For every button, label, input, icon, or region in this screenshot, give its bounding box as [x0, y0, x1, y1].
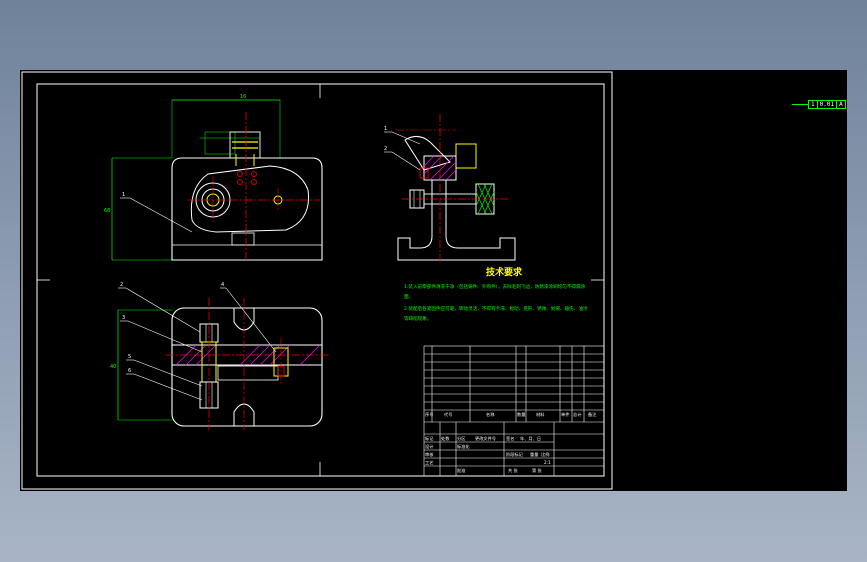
side-base: [397, 179, 516, 261]
front-balloon-1: 1: [122, 192, 125, 198]
tech-note-line-4: 等缺陷现象。: [404, 315, 432, 322]
tb-label-process: 工艺: [425, 460, 433, 465]
plan-balloon-6: 6: [128, 368, 131, 374]
tb-label-zone: 分区: [457, 435, 465, 442]
tb-scale-value: 2:1: [544, 460, 551, 465]
tb-label-standard: 标准化: [457, 443, 470, 450]
dim-width-value: 16: [240, 94, 246, 100]
plan-balloon-2: 2: [120, 282, 123, 288]
tb-label-sheet-no: 第 张: [532, 467, 543, 474]
tb-label-sheets: 共 张: [508, 467, 519, 474]
assembly-drawing[interactable]: 16 68 1 1 2 40 2 3 4 5 6 技术要求 1.装入前零部件清洗…: [20, 70, 847, 491]
gdt-cell-tolerance: 0.01: [817, 100, 838, 109]
parts-header-material: 材料: [536, 411, 545, 418]
tb-label-date: 年、月、日: [520, 435, 541, 442]
cad-drawing-viewport[interactable]: 16 68 1 1 2 40 2 3 4 5 6 技术要求 1.装入前零部件清洗…: [20, 70, 847, 491]
technical-requirements: 技术要求 1.装入前零部件清洗干净（包括铸件、外购件），去除毛刺飞边，防锈漆涂刷…: [404, 266, 588, 322]
front-view[interactable]: 16 68 1: [104, 94, 323, 262]
tb-label-approve: 批准: [457, 467, 465, 474]
parts-header-remark: 备注: [588, 411, 597, 418]
parts-header-total: 总计: [573, 411, 581, 418]
tb-label-design: 设计: [425, 443, 433, 450]
parts-header-name: 名称: [486, 411, 494, 418]
side-balloon-1: 1: [384, 126, 387, 132]
tech-note-line-1: 1.装入前零部件清洗干净（包括铸件、外购件），去除毛刺飞边，防锈漆涂刷均匀不得漏…: [404, 283, 586, 290]
tech-notes-title: 技术要求: [486, 266, 523, 278]
tb-label-count: 处数: [441, 435, 450, 442]
tb-label-weight: 重量: [530, 451, 538, 458]
plan-balloon-5: 5: [128, 354, 131, 360]
gdt-cell-datum: A: [837, 100, 846, 109]
dim-height-value: 68: [104, 208, 110, 214]
plan-balloon-4: 4: [221, 282, 224, 288]
side-jaw: [455, 143, 477, 169]
plan-balloon-3: 3: [122, 315, 125, 321]
parts-list-text: 序号 代号 名称 数量 材料 单件 总计 备注 标记 处数 分区 更改文件号 签…: [425, 411, 597, 474]
sheet-outer-border: [21, 71, 613, 490]
plan-body-outline: [171, 307, 323, 427]
gdt-frame: 1 0.01 A: [792, 100, 846, 109]
tech-note-line-2: 面。: [404, 294, 413, 300]
tech-note-line-3: 2.装配后各紧固件应可靠，转动灵活，不得有卡滞、松动、变形、锈蚀、划痕、磕伤、油…: [404, 305, 588, 312]
gdt-cell-symbol: 1: [808, 100, 818, 109]
side-balloon-2: 2: [384, 146, 387, 152]
parts-header-no: 序号: [425, 411, 433, 418]
gdt-leader-line: [792, 104, 808, 105]
parts-header-unit: 单件: [561, 411, 569, 418]
parts-header-code: 代号: [444, 411, 452, 418]
sheet-inner-border: [36, 83, 605, 477]
tb-label-stage: 阶段标记: [506, 451, 524, 458]
tb-label-mark: 标记: [425, 435, 434, 442]
plan-dim-height-value: 40: [110, 364, 116, 370]
tb-label-signature: 签名: [506, 435, 514, 442]
fixture-clamp-lobe: [190, 165, 310, 233]
tb-label-change-doc: 更改文件号: [475, 435, 496, 442]
side-view[interactable]: 1 2: [384, 114, 516, 262]
tb-label-scale: 比例: [541, 451, 549, 458]
plan-view[interactable]: 40 2 3 4 5 6: [110, 282, 328, 430]
tb-label-review: 审核: [425, 451, 434, 458]
parts-header-qty: 数量: [517, 411, 525, 418]
